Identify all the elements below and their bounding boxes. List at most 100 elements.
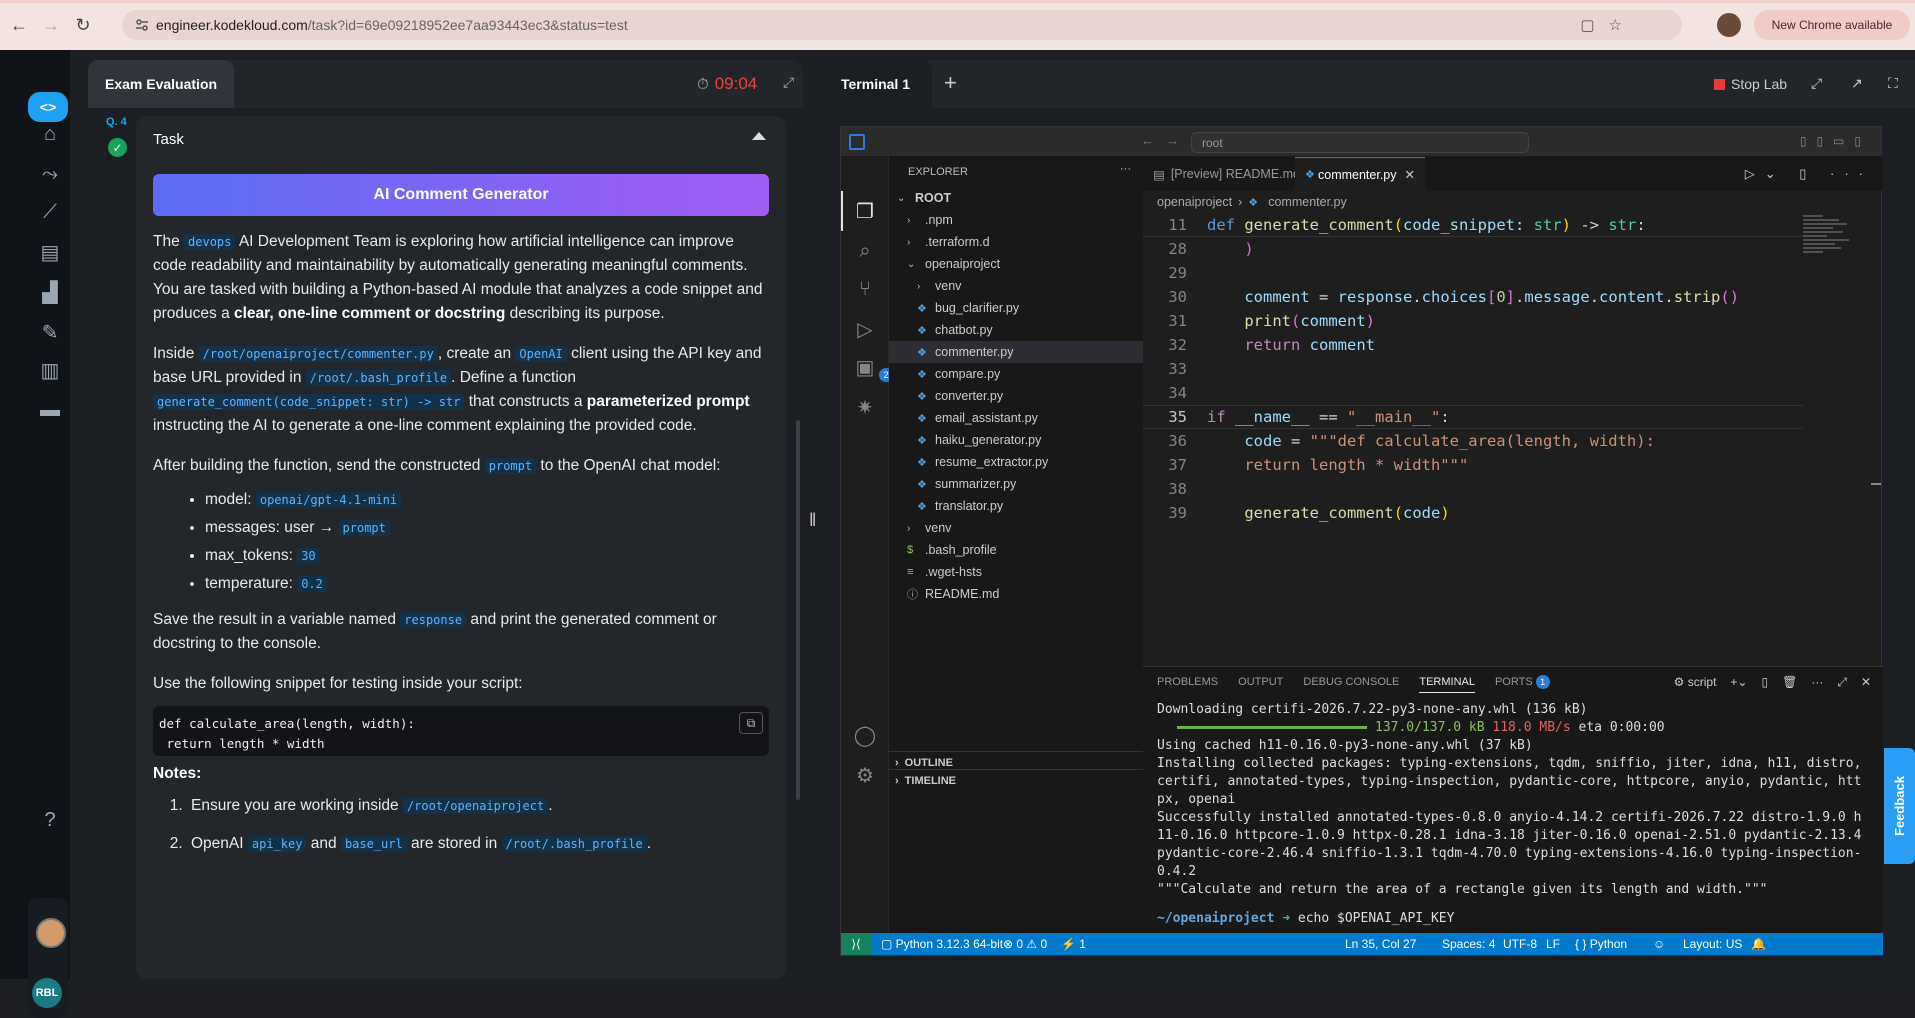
language-mode[interactable]: { } Python [1575, 937, 1627, 951]
search-icon[interactable]: ⌕ [853, 239, 877, 263]
tree-item[interactable]: ≡ .wget-hsts [889, 561, 1143, 583]
leaderboard-icon[interactable]: ▟ [38, 280, 62, 304]
encoding[interactable]: UTF-8 [1503, 937, 1537, 951]
tab-readme-preview[interactable]: ▤ [Preview] README.md [1143, 157, 1310, 191]
split-terminal-icon[interactable]: ▯ [1761, 675, 1768, 690]
breadcrumb-folder[interactable]: openaiproject [1157, 195, 1232, 209]
tree-item[interactable]: › venv [889, 517, 1143, 539]
close-panel-icon[interactable]: ✕ [1861, 675, 1871, 690]
problems-count[interactable]: ⊗ 0 ⚠ 0 [1003, 937, 1047, 951]
timeline-section[interactable]: › TIMELINE [889, 769, 1143, 791]
address-bar[interactable]: engineer.kodekloud.com/task?id=69e092189… [122, 10, 1682, 40]
remote-icon[interactable]: ⟩⟨ [841, 933, 871, 955]
tree-item[interactable]: ⌄ openaiproject [889, 253, 1143, 275]
tree-item[interactable]: ❖ translator.py [889, 495, 1143, 517]
layout-controls-icon[interactable]: ▯▯▭▯ [1800, 134, 1871, 148]
editor-actions-icon[interactable]: ▷⌄ ▯ ··· [1745, 166, 1873, 182]
fullscreen-icon[interactable]: ⛶ [1888, 75, 1898, 92]
panel-splitter-handle[interactable]: ‖ [809, 510, 816, 531]
tab-output[interactable]: OUTPUT [1238, 676, 1283, 688]
growth-icon[interactable]: ⟋ [38, 200, 62, 224]
video-icon[interactable]: ▤ [38, 240, 62, 264]
tree-item[interactable]: ❖ compare.py [889, 363, 1143, 385]
copy-icon[interactable]: ⧉ [739, 712, 763, 734]
more-icon[interactable]: ··· [1120, 163, 1131, 175]
exam-evaluation-tab[interactable]: Exam Evaluation [88, 60, 234, 108]
tree-item[interactable]: › venv [889, 275, 1143, 297]
open-external-icon[interactable]: ↗ [1851, 75, 1863, 92]
question-number[interactable]: Q. 4 [106, 116, 127, 128]
menu-icon[interactable] [849, 134, 865, 150]
tree-item[interactable]: ⓘ README.md [889, 583, 1143, 605]
collapse-caret-icon[interactable] [752, 132, 766, 140]
code-editor[interactable]: 11 def generate_comment(code_snippet: str… [1143, 213, 1803, 653]
keyboard-layout[interactable]: Layout: US [1683, 937, 1742, 951]
expand-icon[interactable]: ⤢ [1811, 75, 1822, 92]
help-icon[interactable]: ? [38, 808, 62, 832]
cast-icon[interactable]: ▢ [1580, 16, 1594, 34]
profile-avatar[interactable] [1717, 13, 1741, 37]
ports-count[interactable]: ⚡ 1 [1061, 937, 1086, 951]
terminal-1-tab[interactable]: Terminal 1 [822, 60, 932, 108]
tab-problems[interactable]: PROBLEMS [1157, 676, 1218, 688]
tree-item[interactable]: ❖ resume_extractor.py [889, 451, 1143, 473]
kodekloud-logo-icon[interactable]: <> [28, 92, 68, 122]
add-terminal-icon[interactable]: + [944, 70, 957, 96]
tree-item[interactable]: $ .bash_profile [889, 539, 1143, 561]
user-initials-badge[interactable]: RBL [32, 978, 62, 1008]
tree-item[interactable]: ⌄ ROOT [889, 187, 1143, 209]
kill-terminal-icon[interactable]: 🗑 [1782, 675, 1797, 690]
tree-item[interactable]: ❖ commenter.py [889, 341, 1143, 363]
run-debug-icon[interactable]: ▷ [853, 317, 877, 341]
tab-commenter-py[interactable]: ❖ commenter.py ✕ [1295, 157, 1425, 191]
new-terminal-icon[interactable]: +⌄ [1730, 675, 1747, 690]
minimap[interactable] [1803, 213, 1863, 313]
expand-icon[interactable]: ⤢ [783, 74, 794, 91]
breadcrumb-file[interactable]: commenter.py [1268, 195, 1347, 209]
tree-item[interactable]: ❖ converter.py [889, 385, 1143, 407]
code-snippet[interactable]: def calculate_area(length, width): retur… [153, 706, 769, 756]
tree-item[interactable]: › .npm [889, 209, 1143, 231]
nav-arrows-icon[interactable]: ←→ [1141, 133, 1191, 148]
notes-icon[interactable]: ✎ [38, 320, 62, 344]
end-of-line[interactable]: LF [1546, 937, 1560, 951]
tree-item[interactable]: ❖ summarizer.py [889, 473, 1143, 495]
python-interpreter[interactable]: ▢ Python 3.12.3 64-bit [881, 937, 1003, 951]
bookmark-star-icon[interactable]: ☆ [1609, 16, 1622, 34]
user-avatar[interactable] [36, 918, 66, 948]
tree-item[interactable]: ❖ chatbot.py [889, 319, 1143, 341]
tab-ports[interactable]: PORTS 1 [1495, 675, 1550, 689]
notifications-bell-icon[interactable]: 🔔 [1751, 937, 1766, 951]
back-icon[interactable]: ← [6, 12, 32, 38]
more-icon[interactable]: ··· [1811, 675, 1823, 690]
reload-icon[interactable]: ↻ [70, 12, 96, 38]
tree-item[interactable]: ❖ haiku_generator.py [889, 429, 1143, 451]
chat-icon[interactable]: ▬ [38, 398, 62, 422]
terminal-shell-label[interactable]: ⚙ script [1674, 675, 1717, 690]
tab-terminal[interactable]: TERMINAL [1419, 676, 1475, 693]
new-chrome-available-button[interactable]: New Chrome available [1754, 10, 1910, 40]
roadmap-icon[interactable]: ⤳ [38, 162, 62, 186]
tree-item[interactable]: › .terraform.d [889, 231, 1143, 253]
tree-item[interactable]: ❖ email_assistant.py [889, 407, 1143, 429]
site-info-icon[interactable] [134, 17, 150, 33]
extensions-icon[interactable]: ▣ 2 [853, 355, 893, 382]
task-header[interactable]: Task [136, 116, 786, 162]
copilot-icon[interactable]: ☺ [1653, 937, 1665, 951]
close-tab-icon[interactable]: ✕ [1405, 167, 1415, 182]
accounts-icon[interactable]: ◯ [853, 723, 877, 747]
stop-lab-button[interactable]: Stop Lab [1714, 76, 1787, 92]
tree-item[interactable]: ❖ bug_clarifier.py [889, 297, 1143, 319]
explorer-icon[interactable]: ❐ [853, 199, 877, 223]
settings-gear-icon[interactable]: ⚙ [853, 763, 877, 787]
indentation[interactable]: Spaces: 4 [1442, 937, 1495, 951]
cursor-position[interactable]: Ln 35, Col 27 [1345, 937, 1416, 951]
command-center-input[interactable]: root [1191, 132, 1529, 153]
book-icon[interactable]: ▥ [38, 358, 62, 382]
tab-debug-console[interactable]: DEBUG CONSOLE [1303, 676, 1399, 688]
source-control-icon[interactable]: ⑂ [853, 277, 877, 301]
home-icon[interactable]: ⌂ [38, 122, 62, 146]
terminal-output[interactable]: Downloading certifi-2026.7.22-py3-none-a… [1143, 697, 1883, 928]
forward-icon[interactable]: → [38, 12, 64, 38]
spark-icon[interactable]: ✷ [853, 395, 877, 419]
